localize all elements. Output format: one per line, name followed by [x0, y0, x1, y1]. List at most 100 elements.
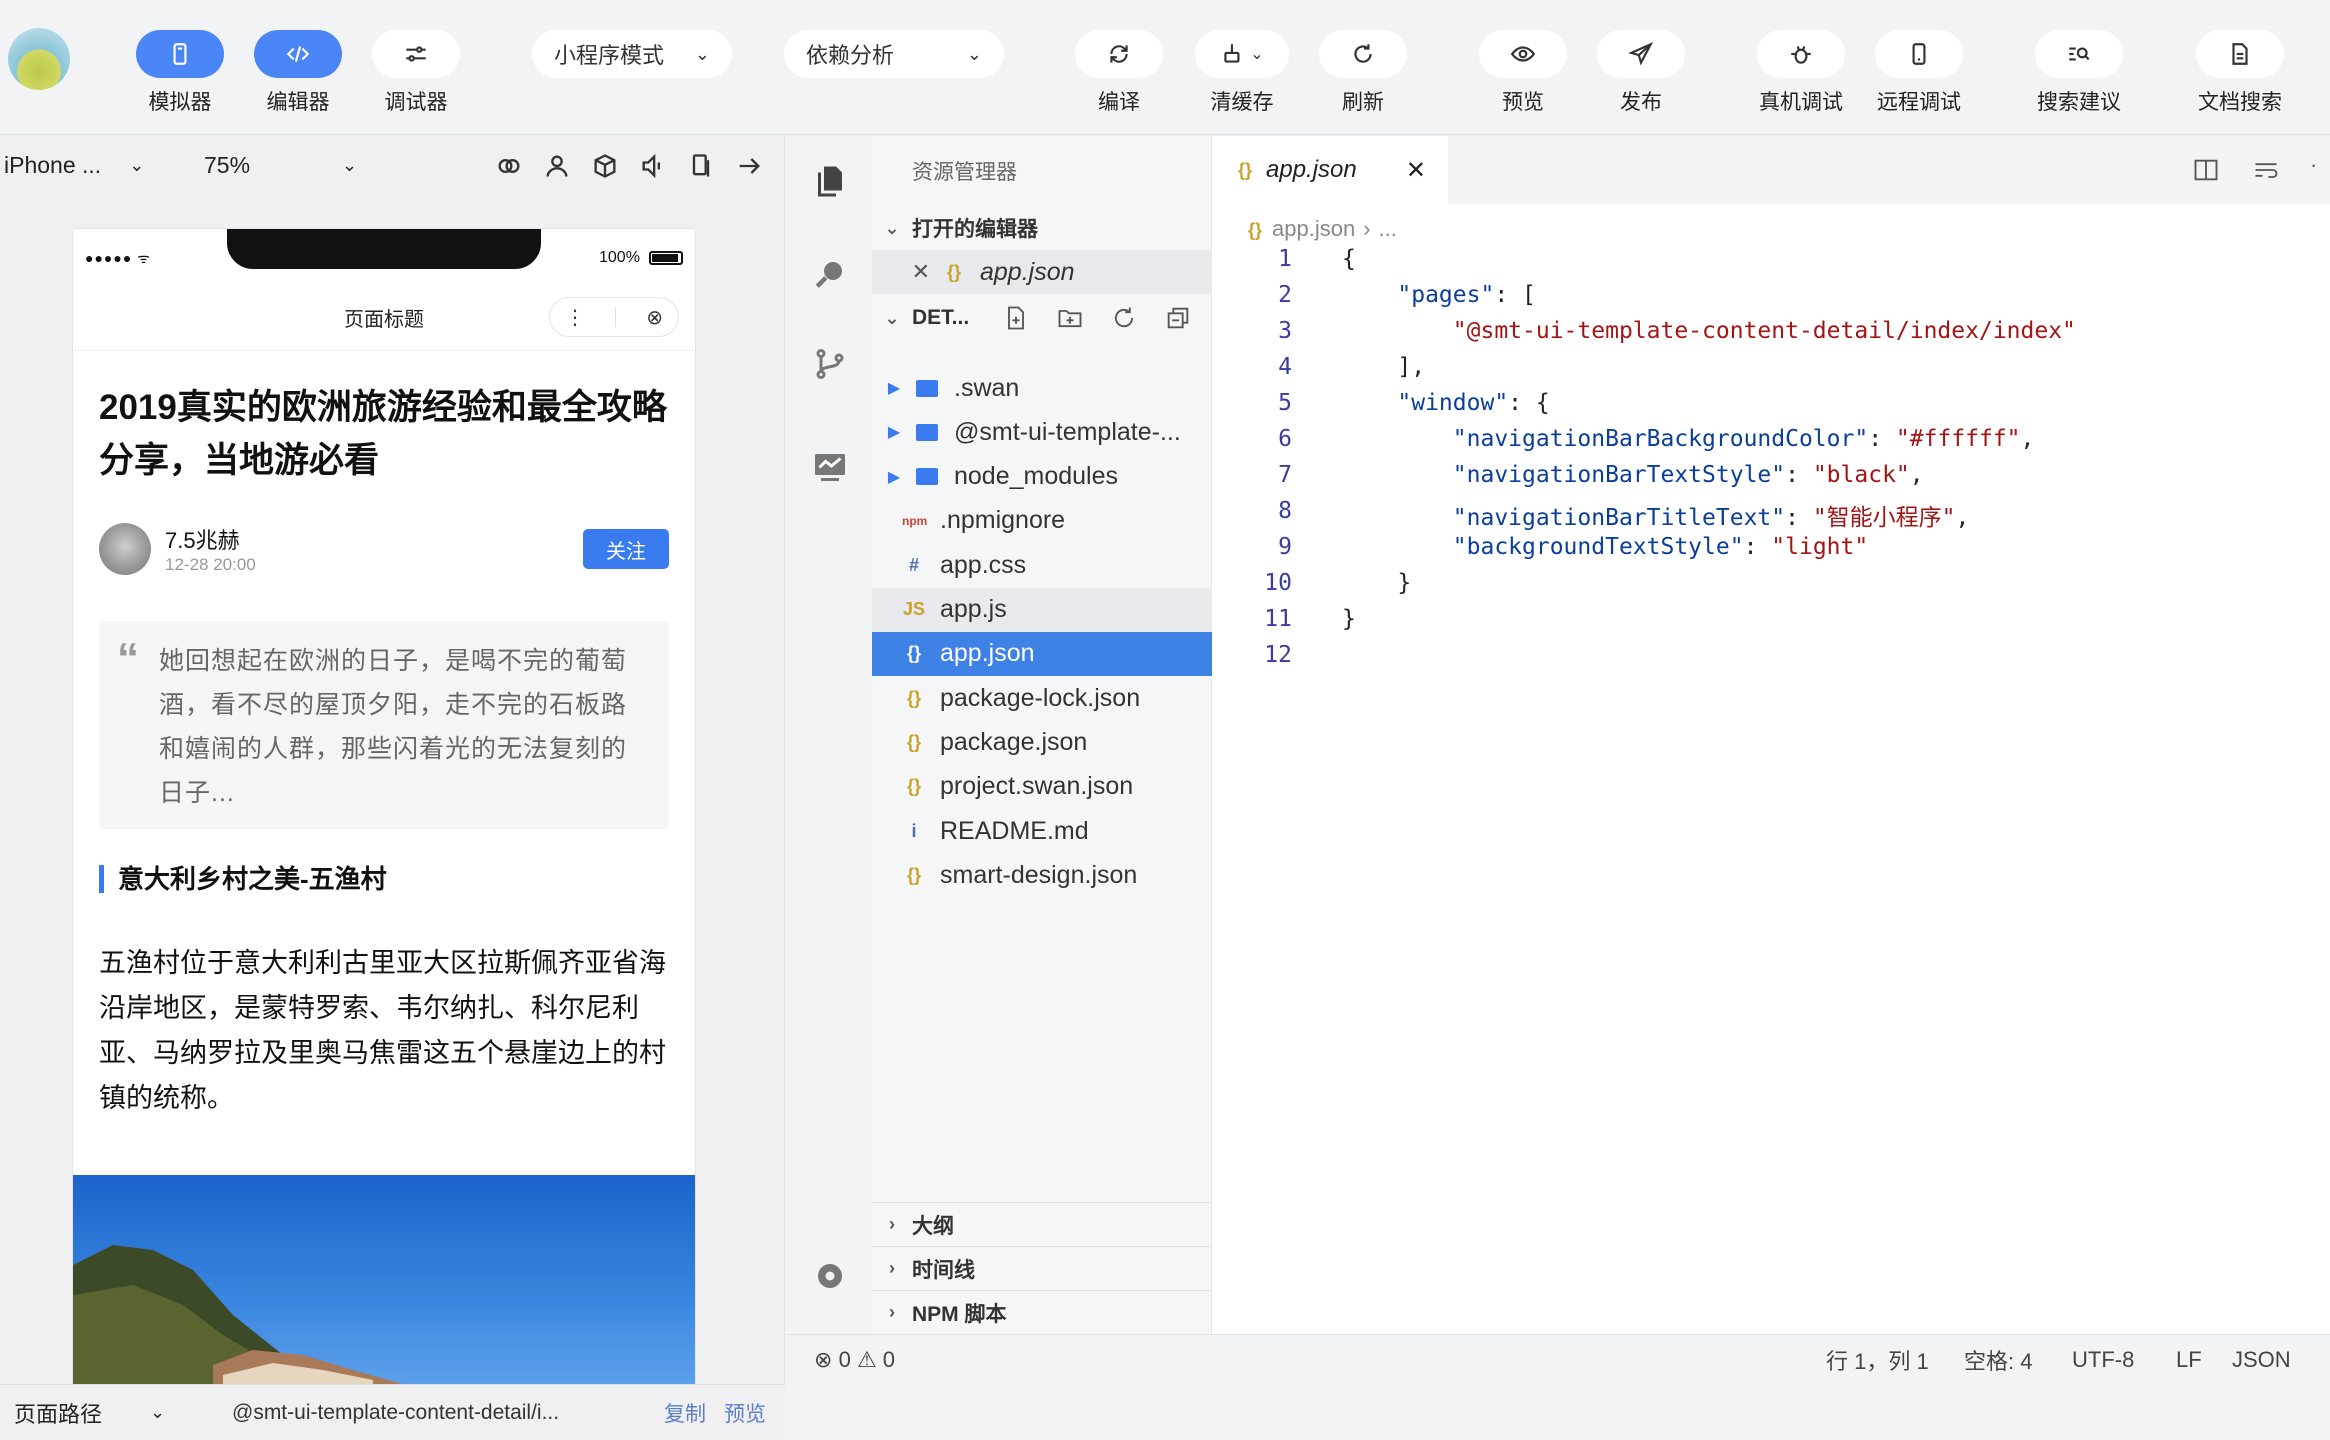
outline-section[interactable]: › 大纲 [872, 1202, 1212, 1246]
close-circle-icon[interactable]: ⊗ [646, 305, 663, 330]
collapse-all-icon[interactable] [1164, 304, 1192, 332]
chevron-down-icon: ⌄ [884, 307, 900, 328]
code-line[interactable]: "pages": [ [1342, 282, 1535, 308]
doc-search-button[interactable]: 文档搜索 [2196, 30, 2284, 116]
split-editor-icon[interactable] [2192, 156, 2220, 184]
timeline-section[interactable]: › 时间线 [872, 1246, 1212, 1290]
open-editor-item[interactable]: ✕ {} app.json [872, 250, 1212, 294]
open-editors-section[interactable]: ⌄ 打开的编辑器 [872, 206, 1212, 250]
file-item[interactable]: JS app.js [872, 587, 1212, 632]
mini-program-navbar: 页面标题 ⋮ ⊗ [73, 281, 695, 351]
more-icon[interactable]: ⋮ [565, 305, 585, 330]
close-icon[interactable]: ✕ [872, 259, 942, 285]
file-item[interactable]: i README.md [872, 809, 1212, 853]
npm-scripts-section[interactable]: › NPM 脚本 [872, 1290, 1212, 1334]
mode-select[interactable]: 小程序模式 ⌄ [532, 30, 732, 78]
refresh-icon[interactable] [1110, 304, 1138, 332]
code-line[interactable]: "backgroundTextStyle": "light" [1342, 534, 1868, 560]
search-suggest-button[interactable]: 搜索建议 [2035, 30, 2123, 116]
dependency-select[interactable]: 依赖分析 ⌄ [784, 30, 1004, 78]
file-item[interactable]: ▶ .swan [872, 366, 1212, 410]
volume-icon[interactable] [639, 152, 667, 180]
editor-button[interactable]: 编辑器 [254, 30, 342, 116]
phone-icon [173, 43, 187, 65]
chevron-down-icon: ⌄ [129, 155, 145, 175]
new-file-icon[interactable] [1002, 304, 1030, 332]
capsule-menu[interactable]: ⋮ ⊗ [549, 297, 679, 337]
project-section[interactable]: ⌄ DET... [872, 296, 1212, 340]
monitor-chart-icon[interactable] [812, 448, 848, 484]
device-select[interactable]: iPhone ... ⌄ [4, 152, 144, 179]
indentation[interactable]: 空格: 4 [1964, 1344, 2032, 1376]
chevron-down-icon[interactable]: ⌄ [150, 1402, 165, 1423]
compile-button[interactable]: 编译 [1075, 30, 1163, 116]
file-item[interactable]: {} app.json [872, 631, 1212, 676]
cube-icon[interactable] [591, 152, 619, 180]
close-icon[interactable]: ✕ [1406, 156, 1426, 185]
article-paragraph: 五渔村位于意大利利古里亚大区拉斯佩齐亚省海沿岸地区，是蒙特罗索、韦尔纳扎、科尔尼… [99, 948, 666, 1113]
file-item[interactable]: {} package.json [872, 720, 1212, 764]
breadcrumb: {} app.json ›... [1248, 216, 1397, 241]
file-item[interactable]: {} package-lock.json [872, 676, 1212, 720]
chevron-right-icon: ▶ [887, 468, 901, 486]
refresh-button[interactable]: 刷新 [1319, 30, 1407, 116]
copy-link[interactable]: 复制 [664, 1398, 706, 1428]
wrap-lines-icon[interactable] [2252, 156, 2280, 184]
code-line[interactable]: { [1342, 246, 1356, 272]
zoom-select[interactable]: 75% ⌄ [204, 152, 357, 179]
search-icon[interactable] [812, 256, 848, 292]
file-item[interactable]: ▶ node_modules [872, 455, 1212, 499]
user-avatar[interactable] [8, 28, 70, 90]
publish-time: 12-28 20:00 [165, 555, 256, 574]
arrow-right-icon[interactable] [735, 152, 763, 180]
file-item[interactable]: npm .npmignore [872, 499, 1212, 543]
cursor-position[interactable]: 行 1，列 1 [1826, 1344, 1929, 1376]
code-line[interactable]: "navigationBarTitleText": "智能小程序", [1342, 498, 1970, 532]
follow-button[interactable]: 关注 [583, 529, 669, 569]
quote-block: “ 她回想起在欧洲的日子，是喝不完的葡萄酒，看不尽的屋顶夕阳，走不完的石板路和嬉… [99, 621, 669, 829]
chevron-down-icon: ⌄ [966, 43, 982, 64]
language-mode[interactable]: JSON [2232, 1347, 2291, 1373]
simulator-button[interactable]: 模拟器 [136, 30, 224, 116]
code-line[interactable]: "navigationBarTextStyle": "black", [1342, 462, 1924, 488]
file-item[interactable]: # app.css [872, 543, 1212, 587]
json-icon: {} [946, 261, 961, 282]
line-ending[interactable]: LF [2176, 1347, 2202, 1373]
gear-icon[interactable] [812, 1258, 848, 1294]
more-icon[interactable]: · [2310, 152, 2317, 178]
user-icon[interactable] [543, 152, 571, 180]
code-line[interactable]: "window": { [1342, 390, 1549, 416]
debugger-button[interactable]: 调试器 [372, 30, 460, 116]
file-item[interactable]: {} project.swan.json [872, 765, 1212, 809]
remote-debug-button[interactable]: 远程调试 [1875, 30, 1963, 116]
chevron-right-icon: › [1363, 216, 1371, 241]
sliders-icon [406, 46, 426, 62]
problems-indicator[interactable]: ⊗ 0 ⚠ 0 [814, 1347, 895, 1373]
code-line[interactable]: } [1342, 606, 1356, 632]
code-line[interactable]: "navigationBarBackgroundColor": "#ffffff… [1342, 426, 2035, 452]
files-icon[interactable] [812, 162, 848, 198]
author-avatar[interactable] [99, 523, 151, 575]
line-number: 1 [1278, 246, 1292, 272]
link-rings-icon[interactable] [495, 152, 523, 180]
source-control-icon[interactable] [812, 346, 848, 382]
code-line[interactable]: ], [1342, 354, 1425, 380]
clear-cache-button[interactable]: ⌄ 清缓存 [1195, 30, 1289, 116]
code-line[interactable]: "@smt-ui-template-content-detail/index/i… [1342, 318, 2076, 344]
file-item[interactable]: {} smart-design.json [872, 853, 1212, 897]
line-number: 3 [1278, 318, 1292, 344]
code-line[interactable]: } [1342, 570, 1411, 596]
author-name: 7.5兆赫 [165, 528, 240, 553]
preview-button[interactable]: 预览 [1479, 30, 1567, 116]
folder-icon [916, 423, 938, 441]
line-number: 11 [1264, 606, 1292, 632]
encoding[interactable]: UTF-8 [2072, 1347, 2134, 1373]
tab-app-json[interactable]: {} app.json ✕ [1212, 136, 1448, 204]
real-device-debug-button[interactable]: 真机调试 [1757, 30, 1845, 116]
rotate-device-icon[interactable] [687, 152, 715, 180]
file-item[interactable]: ▶ @smt-ui-template-... [872, 410, 1212, 454]
chevron-down-icon: ⌄ [1250, 46, 1264, 63]
publish-button[interactable]: 发布 [1597, 30, 1685, 116]
preview-link[interactable]: 预览 [724, 1398, 766, 1428]
new-folder-icon[interactable] [1056, 304, 1084, 332]
